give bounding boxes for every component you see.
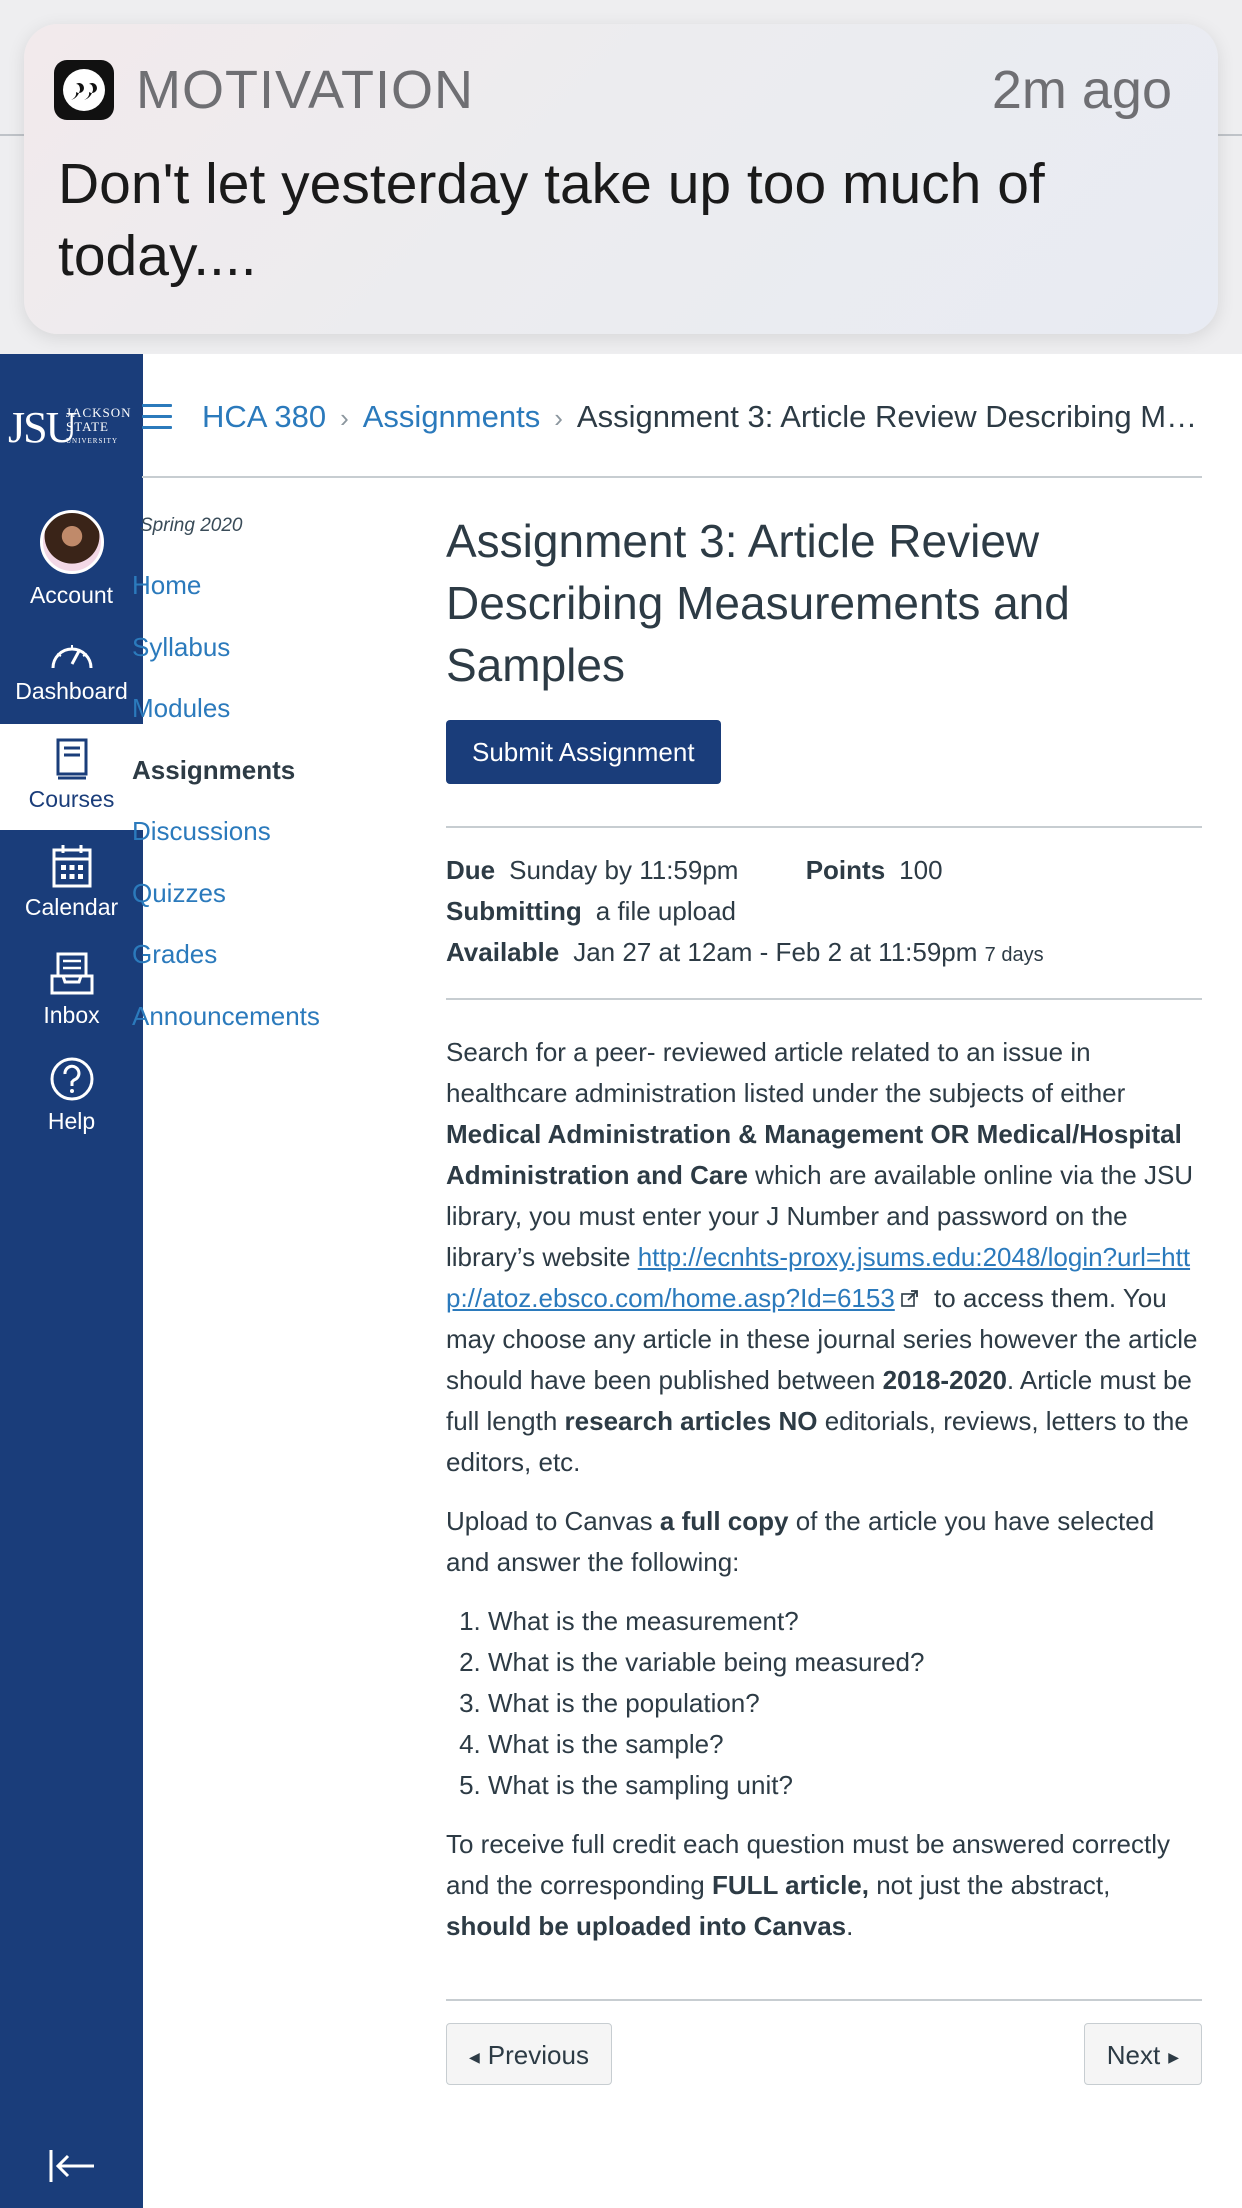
header-divider xyxy=(142,476,1202,478)
course-term: Spring 2020 xyxy=(140,515,243,536)
book-icon xyxy=(56,738,87,780)
previous-label: Previous xyxy=(487,2040,589,2070)
submitting-value: a file upload xyxy=(595,896,736,926)
breadcrumb-course[interactable]: HCA 380 xyxy=(202,399,326,434)
list-item: What is the sampling unit? xyxy=(488,1765,1202,1806)
hamburger-icon-bar xyxy=(142,415,172,418)
motivation-notification[interactable]: MOTIVATION 2m ago Don't let yesterday ta… xyxy=(24,24,1218,334)
due-value: Sunday by 11:59pm xyxy=(509,855,739,885)
global-nav-label: Inbox xyxy=(43,1002,100,1028)
help-icon xyxy=(50,1057,93,1101)
text-run: . xyxy=(846,1911,854,1941)
global-nav-courses[interactable]: Courses xyxy=(0,724,143,830)
description-paragraph-2: Upload to Canvas a full copy of the arti… xyxy=(446,1501,1202,1583)
list-item: What is the variable being measured? xyxy=(488,1642,1202,1683)
submit-assignment-button[interactable]: Submit Assignment xyxy=(446,720,721,784)
global-nav-label: Account xyxy=(29,582,114,608)
notification-time: 2m ago xyxy=(991,60,1172,120)
available-label: Available xyxy=(446,937,560,967)
submitting-row: Submitting a file upload xyxy=(446,891,1202,932)
notification-message: Don't let yesterday take up too much of … xyxy=(58,152,1045,288)
available-row: Available Jan 27 at 12am - Feb 2 at 11:59… xyxy=(446,932,1202,976)
external-link-icon xyxy=(900,1290,918,1307)
caret-right-icon: ▶ xyxy=(1168,2049,1179,2066)
next-label: Next xyxy=(1106,2040,1161,2070)
description-paragraph-3: To receive full credit each question mus… xyxy=(446,1824,1202,1947)
pager: ◀ Previous Next ▶ xyxy=(446,2023,1202,2089)
course-nav-modules[interactable]: Modules xyxy=(132,688,432,750)
global-nav-help[interactable]: Help xyxy=(0,1056,143,1135)
points-label: Points xyxy=(805,855,886,885)
logo-name-line-3: UNIVERSITY xyxy=(66,437,118,445)
course-nav-home[interactable]: Home xyxy=(132,565,432,627)
global-nav-account[interactable]: Account xyxy=(0,510,143,609)
chevron-right-icon: › xyxy=(340,403,349,433)
avatar xyxy=(39,510,104,574)
due-label: Due xyxy=(446,855,496,885)
points-value: 100 xyxy=(899,855,943,885)
course-nav: Spring 2020 Home Syllabus Modules Assign… xyxy=(132,515,432,1057)
description-paragraph-1: Search for a peer- reviewed article rela… xyxy=(446,1032,1202,1483)
text-run-bold: FULL article, xyxy=(711,1870,869,1900)
global-nav-label: Help xyxy=(47,1108,96,1134)
logo-name: JACKSON STATE UNIVERSITY xyxy=(66,406,132,448)
quote-icon xyxy=(54,60,114,120)
course-menu-toggle[interactable] xyxy=(142,404,172,430)
calendar-icon xyxy=(52,845,91,888)
next-button[interactable]: Next ▶ xyxy=(1083,2023,1202,2085)
text-run-bold: should be uploaded into Canvas xyxy=(446,1911,847,1941)
details-divider-bottom xyxy=(446,998,1202,1000)
due-row: Due Sunday by 11:59pm Points 100 xyxy=(446,850,1202,891)
assignment-description: Search for a peer- reviewed article rela… xyxy=(446,1032,1202,1947)
inbox-icon xyxy=(50,952,93,995)
available-value: Jan 27 at 12am - Feb 2 at 11:59pm xyxy=(573,937,978,967)
global-nav: JSU JACKSON STATE UNIVERSITY Account Das… xyxy=(0,354,143,2208)
pager-divider xyxy=(446,1999,1202,2001)
speedometer-icon xyxy=(51,645,92,669)
course-nav-discussions[interactable]: Discussions xyxy=(132,811,432,873)
text-run: Upload to Canvas xyxy=(446,1506,660,1536)
hamburger-icon-bar xyxy=(142,404,172,407)
logo-name-line-1: JACKSON xyxy=(66,405,132,420)
course-nav-announcements[interactable]: Announcements xyxy=(132,996,432,1058)
global-nav-calendar[interactable]: Calendar xyxy=(0,844,143,921)
assignment-details: Due Sunday by 11:59pm Points 100 Submittin… xyxy=(446,828,1202,998)
chevron-right-icon: › xyxy=(554,403,563,433)
notification-app-name: MOTIVATION xyxy=(136,60,474,120)
text-run: Search for a peer- reviewed article rela… xyxy=(446,1037,1126,1108)
hamburger-icon-bar xyxy=(142,426,172,429)
collapse-nav-icon[interactable] xyxy=(48,2148,96,2184)
breadcrumb: HCA 380 › Assignments › Assignment 3: Articl… xyxy=(202,396,1202,439)
text-run-bold: research articles NO xyxy=(564,1406,818,1436)
course-nav-syllabus[interactable]: Syllabus xyxy=(132,627,432,689)
previous-button[interactable]: ◀ Previous xyxy=(446,2023,612,2085)
course-nav-quizzes[interactable]: Quizzes xyxy=(132,873,432,935)
assignment-content: Assignment 3: Article Review Describing … xyxy=(446,510,1202,2089)
course-nav-grades[interactable]: Grades xyxy=(132,934,432,996)
logo-name-line-2: STATE xyxy=(66,419,109,434)
available-duration: 7 days xyxy=(984,944,1044,966)
text-run: not just the abstract, xyxy=(868,1870,1111,1900)
breadcrumb-assignments[interactable]: Assignments xyxy=(363,399,540,434)
caret-left-icon: ◀ xyxy=(469,2049,480,2066)
global-nav-dashboard[interactable]: Dashboard xyxy=(0,636,143,705)
question-list: What is the measurement? What is the var… xyxy=(446,1601,1202,1806)
submitting-label: Submitting xyxy=(446,896,582,926)
global-nav-label: Courses xyxy=(28,786,115,812)
text-run-bold: 2018-2020 xyxy=(882,1365,1007,1395)
breadcrumb-current: Assignment 3: Article Review Describing … xyxy=(576,399,1198,434)
text-run-bold: a full copy xyxy=(659,1506,789,1536)
list-item: What is the population? xyxy=(488,1683,1202,1724)
global-nav-label: Calendar xyxy=(24,894,119,920)
list-item: What is the measurement? xyxy=(488,1601,1202,1642)
page-title: Assignment 3: Article Review Describing … xyxy=(446,515,1070,691)
global-nav-label: Dashboard xyxy=(15,678,128,704)
jsu-logo[interactable]: JSU JACKSON STATE UNIVERSITY xyxy=(6,400,142,456)
course-nav-assignments[interactable]: Assignments xyxy=(132,750,432,812)
list-item: What is the sample? xyxy=(488,1724,1202,1765)
global-nav-inbox[interactable]: Inbox xyxy=(0,952,143,1029)
